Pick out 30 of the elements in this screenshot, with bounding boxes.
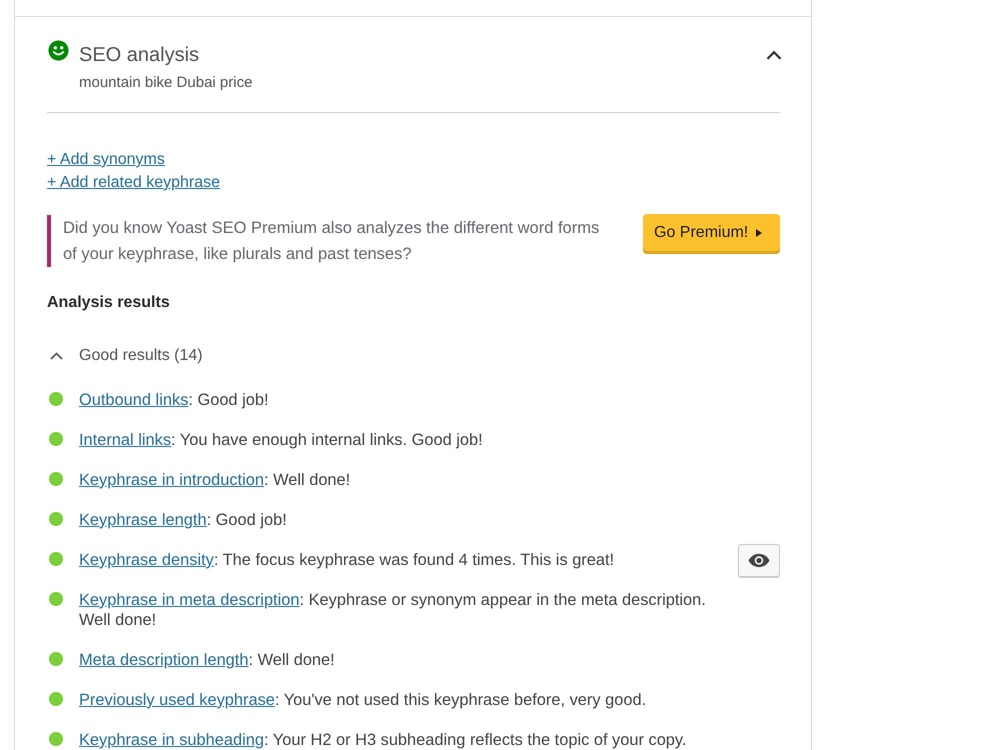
result-text: Previously used keyphrase: You've not used this keyphrase before, very good. bbox=[79, 690, 648, 710]
chevron-icon[interactable] bbox=[766, 50, 782, 60]
result-text: Keyphrase density: The focus keyphrase was found 4 times. This is great! bbox=[79, 550, 616, 570]
result-text: Keyphrase in subheading: Your H2 or H3 subheading reflects the topic of your copy. bbox=[79, 730, 688, 750]
result-link[interactable]: Internal links bbox=[79, 431, 172, 449]
result-link[interactable]: Keyphrase in meta description bbox=[79, 591, 300, 609]
result-link[interactable]: Keyphrase length bbox=[79, 511, 207, 529]
result-text: Keyphrase in introduction: Well done! bbox=[79, 470, 352, 490]
result-text: Meta description length: Well done! bbox=[79, 650, 336, 670]
result-link[interactable]: Outbound links bbox=[79, 391, 188, 409]
result-link[interactable]: Previously used keyphrase bbox=[79, 691, 275, 709]
result-link[interactable]: Keyphrase in subheading bbox=[79, 731, 264, 749]
add-link[interactable]: + Add related keyphrase bbox=[47, 171, 220, 194]
result-link[interactable]: Keyphrase in introduction bbox=[79, 471, 264, 489]
focus-keyphrase: mountain bike Dubai price bbox=[79, 73, 254, 93]
highlight-button[interactable] bbox=[738, 544, 780, 577]
result-text: Internal links: You have enough internal links. Good job! bbox=[79, 430, 484, 450]
result-link[interactable]: Meta description length bbox=[79, 651, 248, 669]
upsell-text: Did you know Yoast SEO Premium also analyzes the different word forms of your keyphrase, like plurals and past tenses? bbox=[63, 218, 600, 265]
results-group-toggle[interactable]: Good results (14) bbox=[47, 345, 203, 367]
result-text: Keyphrase length: Good job! bbox=[79, 510, 288, 530]
add-link[interactable]: + Add synonyms bbox=[47, 148, 165, 171]
eye-icon bbox=[748, 553, 770, 568]
result-text: Outbound links: Good job! bbox=[79, 390, 270, 410]
result-text: Keyphrase in meta description: Keyphrase or synonym appear in the meta description. Well done! bbox=[79, 590, 707, 630]
section-title: SEO analysis bbox=[79, 43, 200, 68]
caret-icon bbox=[756, 229, 762, 237]
analysis-heading: Analysis results bbox=[47, 293, 171, 313]
result-link[interactable]: Keyphrase density bbox=[79, 551, 214, 569]
go-premium-button[interactable]: Go Premium! bbox=[643, 214, 780, 254]
